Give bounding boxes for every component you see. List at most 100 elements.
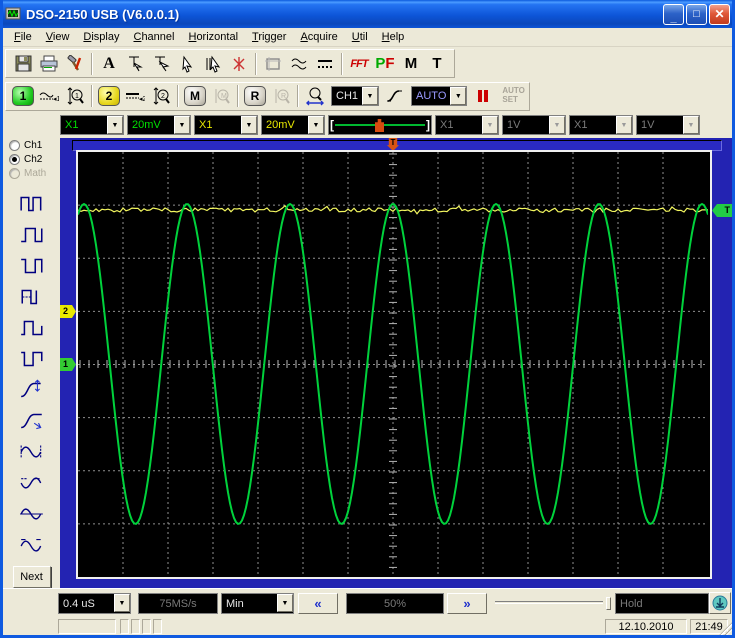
zoom-window-icon [265, 56, 281, 71]
measure-duty-cycle-button[interactable] [14, 312, 50, 343]
radio-ch2[interactable]: Ch2 [9, 153, 60, 166]
scroll-right-button[interactable]: » [447, 593, 487, 614]
measure-amplitude-button[interactable] [14, 436, 50, 467]
ch1-zoom-button[interactable]: 1 [62, 84, 88, 108]
print-icon [40, 55, 58, 72]
ch1-probe-dropdown-icon[interactable]: ▼ [107, 116, 123, 134]
settings-button[interactable] [62, 52, 88, 76]
close-button[interactable]: ✕ [709, 3, 730, 25]
persistence-icon [318, 59, 332, 68]
trigger-mode-dropdown-icon[interactable]: ▼ [450, 87, 467, 105]
refresh-button[interactable] [709, 592, 731, 614]
trigger-mode-combo[interactable]: AUTO ▼ [411, 86, 468, 106]
menu-acquire[interactable]: Acquire [293, 29, 344, 45]
slider-handle[interactable] [606, 597, 611, 610]
trigger-source-dropdown-icon[interactable]: ▼ [362, 87, 379, 105]
menu-file[interactable]: File [7, 29, 39, 45]
cursor-arrow-button[interactable] [174, 52, 200, 76]
annotation-text-button[interactable]: A [96, 52, 122, 76]
measure-neg-duty-button[interactable] [14, 343, 50, 374]
cursor-time-button[interactable] [122, 52, 148, 76]
save-button[interactable] [10, 52, 36, 76]
measure-rms-button[interactable] [14, 529, 50, 560]
measure-negative-peak-button[interactable] [14, 467, 50, 498]
zoom-window-button[interactable] [260, 52, 286, 76]
ch2-zoom-button[interactable]: 2 [148, 84, 174, 108]
menu-help[interactable]: Help [375, 29, 412, 45]
ch1-volts-dropdown-icon[interactable]: ▼ [174, 116, 190, 134]
horizontal-zoom-icon [306, 87, 324, 106]
negative-peak-icon [20, 476, 41, 489]
radio-ch1-icon[interactable] [9, 140, 20, 151]
horizontal-position-slider[interactable] [495, 597, 611, 611]
trigger-source-combo[interactable]: CH1 ▼ [331, 86, 380, 106]
ref-enable-button[interactable]: R [242, 84, 268, 108]
status-cell-empty [58, 619, 116, 634]
menu-horizontal[interactable]: Horizontal [181, 29, 245, 45]
math-zoom-button[interactable]: M [208, 84, 234, 108]
toolbar-separator [177, 85, 179, 107]
menu-trigger[interactable]: Trigger [245, 29, 293, 45]
trigger-position-handle[interactable] [375, 119, 384, 132]
settings-icon [67, 55, 82, 71]
ch1-enable-button[interactable]: 1 [10, 84, 36, 108]
measure-rise-time-button[interactable] [14, 374, 50, 405]
ch2-volts-dropdown-icon[interactable]: ▼ [308, 116, 324, 134]
horizontal-zoom-button[interactable] [302, 84, 328, 108]
trigger-level-marker[interactable]: T [712, 204, 732, 217]
cursor-track-button[interactable] [200, 52, 226, 76]
measure-neg-width-button[interactable] [14, 281, 50, 312]
radio-math: Math [9, 167, 60, 180]
acquisition-combo[interactable]: Min ▼ [221, 593, 294, 614]
pass-fail-button[interactable]: PF [372, 52, 398, 76]
svg-text:◂1: ◂1 [53, 96, 59, 103]
stop-button[interactable] [470, 84, 496, 108]
next-page-button[interactable]: Next [12, 566, 51, 588]
timebase-dropdown-icon[interactable]: ▼ [114, 594, 130, 612]
maximize-button[interactable]: □ [686, 3, 707, 25]
radio-ch1[interactable]: Ch1 [9, 139, 60, 152]
ch1-probe-combo[interactable]: X1 ▼ [60, 115, 124, 135]
text-button[interactable]: T [424, 52, 450, 76]
ch2-waveform-button[interactable]: ◂2 [122, 84, 148, 108]
ch2-enable-button[interactable]: 2 [96, 84, 122, 108]
persistence-button[interactable] [312, 52, 338, 76]
ch1-waveform-button[interactable]: ◂1 [36, 84, 62, 108]
ch2-probe-dropdown-icon[interactable]: ▼ [241, 116, 257, 134]
measure-fall-time-button[interactable] [14, 405, 50, 436]
measure-button[interactable]: M [398, 52, 424, 76]
cursors-off-button[interactable] [226, 52, 252, 76]
menu-util[interactable]: Util [345, 29, 375, 45]
measure-period-button[interactable] [14, 188, 50, 219]
cursor-time2-button[interactable] [148, 52, 174, 76]
ch2-probe-combo[interactable]: X1 ▼ [194, 115, 258, 135]
measure-mean-button[interactable] [14, 498, 50, 529]
menu-display[interactable]: Display [76, 29, 126, 45]
trigger-position-slider[interactable]: [ ] [328, 115, 432, 135]
waveform-compare-button[interactable] [286, 52, 312, 76]
measure-frequency-button[interactable] [14, 219, 50, 250]
ch1-level-marker[interactable]: 1 [60, 358, 76, 371]
resize-grip[interactable] [719, 622, 732, 635]
print-button[interactable] [36, 52, 62, 76]
timebase-combo[interactable]: 0.4 uS ▼ [58, 593, 131, 614]
trigger-slope-button[interactable] [382, 84, 408, 108]
menu-view[interactable]: View [39, 29, 77, 45]
fft-button[interactable]: FFT [346, 52, 372, 76]
pos-width-icon [20, 258, 43, 273]
toolbar-separator [91, 52, 93, 75]
ch2-level-marker[interactable]: 2 [60, 305, 76, 318]
radio-ch2-icon[interactable] [9, 154, 20, 165]
ch1-zoom-icon: 1 [67, 87, 84, 105]
scroll-left-button[interactable]: « [298, 593, 338, 614]
title-bar[interactable]: DSO-2150 USB (V6.0.0.1) _ □ ✕ [3, 0, 732, 28]
math-enable-button[interactable]: M [182, 84, 208, 108]
rise-time-icon [20, 378, 41, 397]
ch2-volts-combo[interactable]: 20mV ▼ [261, 115, 325, 135]
ref-zoom-button[interactable]: R [268, 84, 294, 108]
measure-pos-width-button[interactable] [14, 250, 50, 281]
ch1-volts-combo[interactable]: 20mV ▼ [127, 115, 191, 135]
acquisition-dropdown-icon[interactable]: ▼ [277, 594, 293, 612]
minimize-button[interactable]: _ [663, 3, 684, 25]
menu-channel[interactable]: Channel [126, 29, 181, 45]
